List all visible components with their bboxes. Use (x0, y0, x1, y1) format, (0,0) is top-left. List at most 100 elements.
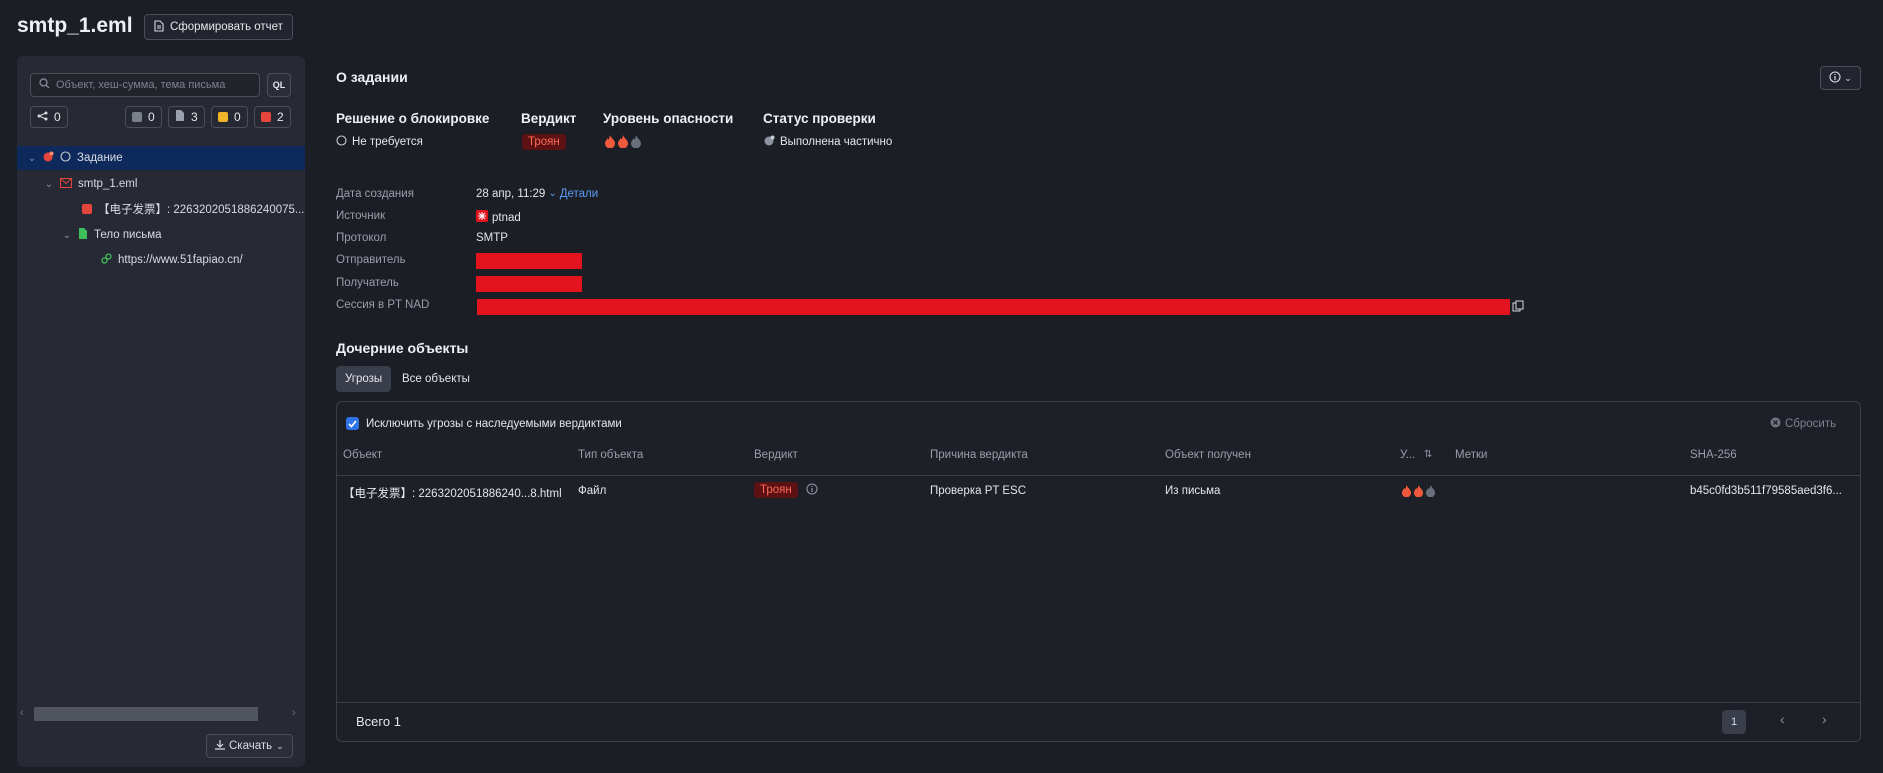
threat-dot-icon (43, 151, 54, 165)
tree-item-task[interactable]: ⌄ Задание (17, 146, 305, 170)
ql-button[interactable]: QL (267, 73, 291, 97)
recipient-redacted (476, 276, 582, 292)
chevron-down-icon[interactable]: ⌄ (44, 179, 54, 190)
info-icon[interactable] (806, 482, 818, 498)
circle-icon (336, 135, 347, 149)
page-1-button[interactable]: 1 (1722, 710, 1746, 734)
chevron-down-icon[interactable]: ⌄ (27, 153, 37, 164)
files-count: 3 (191, 110, 198, 124)
status-circle-icon (60, 151, 71, 165)
search-input[interactable] (56, 79, 246, 91)
task-section-title: О задании (336, 69, 408, 85)
document-icon (154, 19, 164, 35)
next-page-icon[interactable]: › (1822, 711, 1827, 727)
flame-inactive-icon (1425, 485, 1436, 500)
details-link[interactable]: Детали (560, 188, 598, 200)
source-value: ptnad (492, 211, 521, 224)
blocking-heading: Решение о блокировке (336, 111, 490, 126)
sender-redacted (476, 253, 582, 269)
dangerous-filter-chip[interactable]: 2 (254, 106, 291, 128)
danger-level (604, 135, 642, 151)
total-count: Всего 1 (356, 714, 401, 729)
generate-report-button[interactable]: Сформировать отчет (144, 14, 293, 40)
exclude-inherited-checkbox[interactable]: Исключить угрозы с наследуемыми вердикта… (346, 417, 622, 430)
prev-page-icon[interactable]: ‹ (1780, 711, 1785, 727)
unknown-count: 0 (148, 110, 155, 124)
flame-inactive-icon (630, 135, 642, 151)
red-square-icon (82, 204, 92, 214)
detail-created: 28 апр, 11:29 ⌄ Детали (476, 188, 598, 200)
children-section-title: Дочерние объекты (336, 340, 469, 356)
row-reason: Проверка PT ESC (930, 485, 1027, 497)
flame-icon (1413, 485, 1424, 500)
unknown-filter-chip[interactable]: 0 (125, 106, 162, 128)
link-icon (101, 253, 112, 267)
download-label: Скачать (229, 740, 273, 752)
column-verdict[interactable]: Вердикт (754, 449, 798, 461)
exclude-inherited-label: Исключить угрозы с наследуемыми вердикта… (366, 417, 622, 430)
detail-source: ptnad (476, 210, 521, 225)
chevron-down-icon: ⌄ (276, 740, 284, 751)
row-verdict-badge: Троян (754, 482, 798, 498)
info-icon (1829, 70, 1841, 86)
created-date: 28 апр, 11:29 (476, 188, 546, 200)
verdict-badge: Троян (522, 134, 566, 150)
tree-item-url[interactable]: https://www.51fapiao.cn/ (101, 248, 305, 272)
row-sha256: b45c0fd3b511f79585aed3f6... (1690, 485, 1842, 497)
reset-button[interactable]: Сбросить (1770, 417, 1836, 431)
column-tags[interactable]: Метки (1455, 449, 1487, 461)
horizontal-scrollbar[interactable] (34, 707, 258, 721)
files-filter-chip[interactable]: 3 (168, 106, 205, 128)
row-received: Из письма (1165, 485, 1221, 497)
danger-heading: Уровень опасности (603, 111, 734, 126)
reset-label: Сбросить (1785, 418, 1837, 430)
tree-item-label: 【电子发票】: 2263202051886240075... (98, 204, 305, 216)
tree-item-eml[interactable]: ⌄ smtp_1.eml (44, 172, 305, 196)
tree-item-label: Задание (77, 152, 123, 164)
sort-icon[interactable]: ⇅ (1424, 449, 1432, 460)
detail-label-sender: Отправитель (336, 254, 406, 266)
check-status-value: Выполнена частично (780, 136, 893, 148)
detail-label-recipient: Получатель (336, 277, 399, 289)
tree-item-label: Тело письма (94, 229, 162, 241)
check-status: Выполнена частично (764, 135, 892, 149)
scroll-left-icon[interactable]: ‹ (20, 707, 24, 719)
row-verdict: Троян (754, 482, 818, 498)
relations-chip[interactable]: 0 (30, 106, 68, 128)
column-type[interactable]: Тип объекта (578, 449, 643, 461)
suspicious-count: 0 (234, 110, 241, 124)
mail-icon (60, 177, 72, 191)
chevron-down-icon[interactable]: ⌄ (62, 230, 72, 241)
share-icon (37, 110, 48, 124)
tree-item-body[interactable]: ⌄ Тело письма (62, 223, 305, 247)
search-field[interactable] (30, 73, 260, 97)
row-danger-level (1401, 485, 1436, 500)
blocking-value: Не требуется (352, 136, 423, 148)
column-object[interactable]: Объект (343, 449, 382, 461)
file-green-icon (78, 228, 88, 242)
file-icon (175, 110, 185, 124)
column-reason[interactable]: Причина вердикта (930, 449, 1028, 461)
copy-icon[interactable] (1512, 300, 1525, 316)
detail-label-created: Дата создания (336, 188, 414, 200)
checkbox-checked-icon[interactable] (346, 417, 359, 430)
tree-item-attachment[interactable]: 【电子发票】: 2263202051886240075... (82, 197, 305, 221)
tab-all-objects[interactable]: Все объекты (393, 366, 479, 392)
scroll-right-icon[interactable]: › (292, 707, 296, 719)
search-icon (39, 78, 50, 92)
info-menu-button[interactable]: ⌄ (1820, 66, 1861, 90)
column-danger[interactable]: У... (1400, 449, 1415, 461)
detail-label-source: Источник (336, 210, 386, 222)
tab-threats[interactable]: Угрозы (336, 366, 392, 392)
gray-square-icon (132, 112, 142, 122)
generate-report-label: Сформировать отчет (170, 21, 283, 33)
children-table (336, 401, 1861, 742)
download-button[interactable]: Скачать ⌄ (206, 734, 293, 758)
check-status-heading: Статус проверки (763, 111, 876, 126)
details-chevron-icon[interactable]: ⌄ (548, 188, 556, 200)
detail-label-session: Сессия в PT NAD (336, 299, 430, 311)
suspicious-filter-chip[interactable]: 0 (211, 106, 248, 128)
row-object-link[interactable]: 【电子发票】: 2263202051886240...8.html (343, 485, 562, 501)
column-sha256[interactable]: SHA-256 (1690, 449, 1737, 461)
column-received[interactable]: Объект получен (1165, 449, 1251, 461)
